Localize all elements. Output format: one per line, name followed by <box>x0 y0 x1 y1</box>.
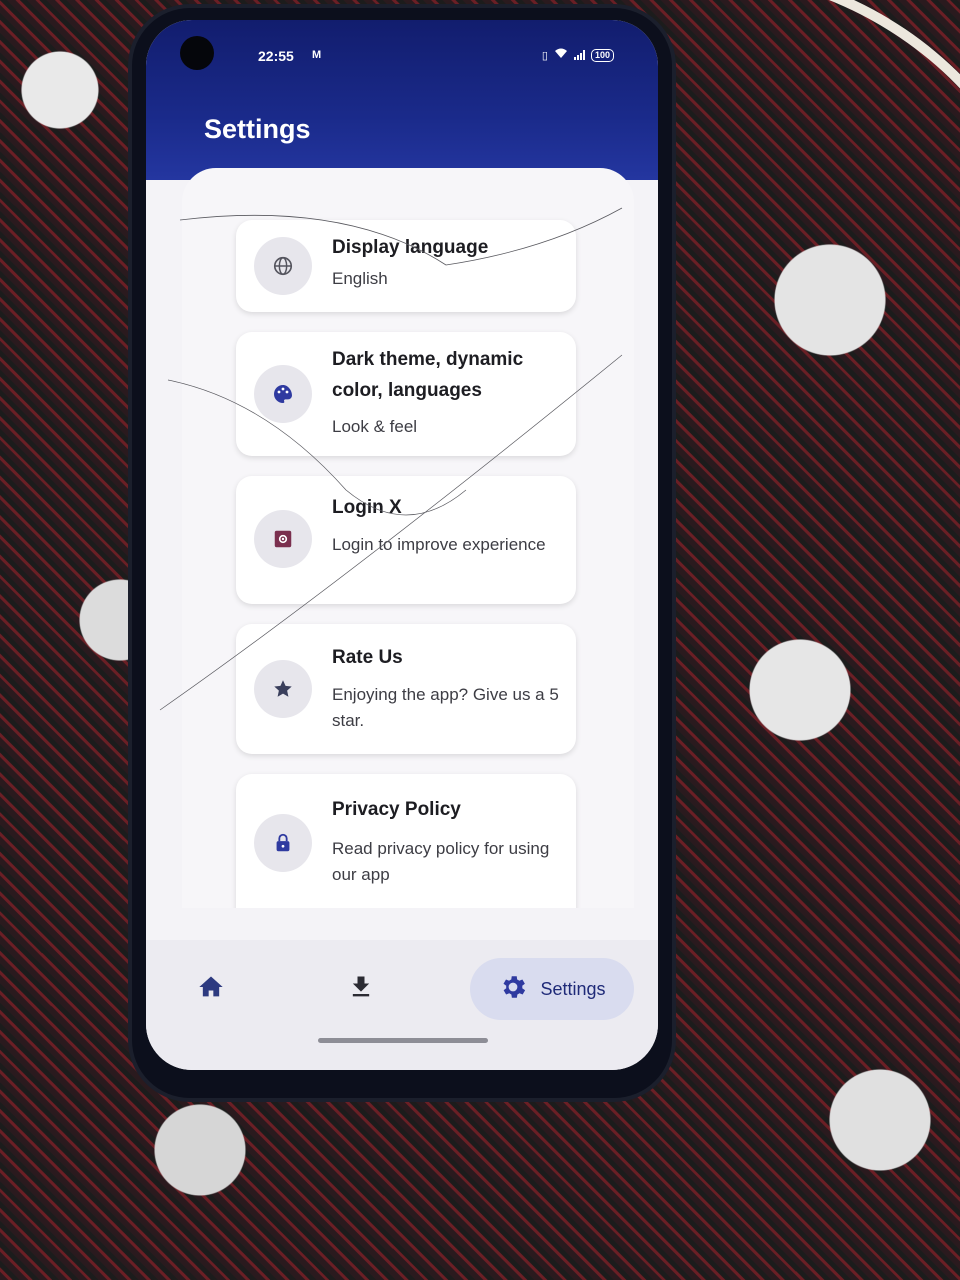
palette-icon <box>254 365 312 423</box>
phone-device: 22:55 M ▯ 100 Settings Display language … <box>132 8 672 1098</box>
settings-item-look-and-feel[interactable]: Dark theme, dynamic color, languages Loo… <box>236 332 576 456</box>
home-icon <box>197 973 225 1006</box>
nav-downloads[interactable] <box>332 958 390 1020</box>
wifi-icon <box>554 48 568 62</box>
item-title: Dark theme, dynamic color, languages <box>332 349 524 401</box>
globe-icon <box>254 237 312 295</box>
app-settings-icon <box>254 510 312 568</box>
settings-item-privacy-policy[interactable]: Privacy Policy Read privacy policy for u… <box>236 774 576 908</box>
settings-item-display-language[interactable]: Display language English <box>236 220 576 312</box>
item-subtitle: Enjoying the app? Give us a 5 star. <box>332 685 559 730</box>
item-title: Login X <box>332 497 402 518</box>
item-subtitle: Look & feel <box>332 417 418 436</box>
nav-settings-label: Settings <box>540 978 606 999</box>
gesture-handle[interactable] <box>318 1038 488 1043</box>
lock-icon <box>254 814 312 872</box>
notification-icon: M <box>312 49 322 61</box>
settings-item-rate-us[interactable]: Rate Us Enjoying the app? Give us a 5 st… <box>236 624 576 754</box>
signal-icon <box>573 50 585 60</box>
item-title: Rate Us <box>332 647 403 668</box>
item-subtitle: Read privacy policy for using our app <box>332 839 550 884</box>
battery-icon: 100 <box>590 48 614 62</box>
item-subtitle: Login to improve experience <box>332 535 546 554</box>
item-title: Privacy Policy <box>332 799 461 820</box>
vibrate-icon: ▯ <box>541 49 548 62</box>
settings-list: Display language English Dark theme, dyn… <box>182 168 634 908</box>
status-icons: ▯ 100 <box>542 48 614 62</box>
download-icon <box>347 973 375 1006</box>
item-title: Display language <box>332 237 489 258</box>
item-subtitle: English <box>332 269 388 288</box>
page-title: Settings <box>204 114 311 144</box>
camera-cutout <box>180 36 214 70</box>
status-time: 22:55 <box>258 48 294 64</box>
bottom-navigation: Settings <box>146 940 658 1070</box>
star-icon <box>254 660 312 718</box>
light-glare <box>476 488 520 532</box>
settings-item-login[interactable]: Login X Login to improve experience <box>236 476 576 604</box>
nav-settings[interactable]: Settings <box>470 958 634 1020</box>
gear-icon <box>498 972 528 1007</box>
app-header: 22:55 M ▯ 100 Settings <box>146 20 658 180</box>
nav-home[interactable] <box>182 958 240 1020</box>
phone-screen: 22:55 M ▯ 100 Settings Display language … <box>146 20 658 1070</box>
